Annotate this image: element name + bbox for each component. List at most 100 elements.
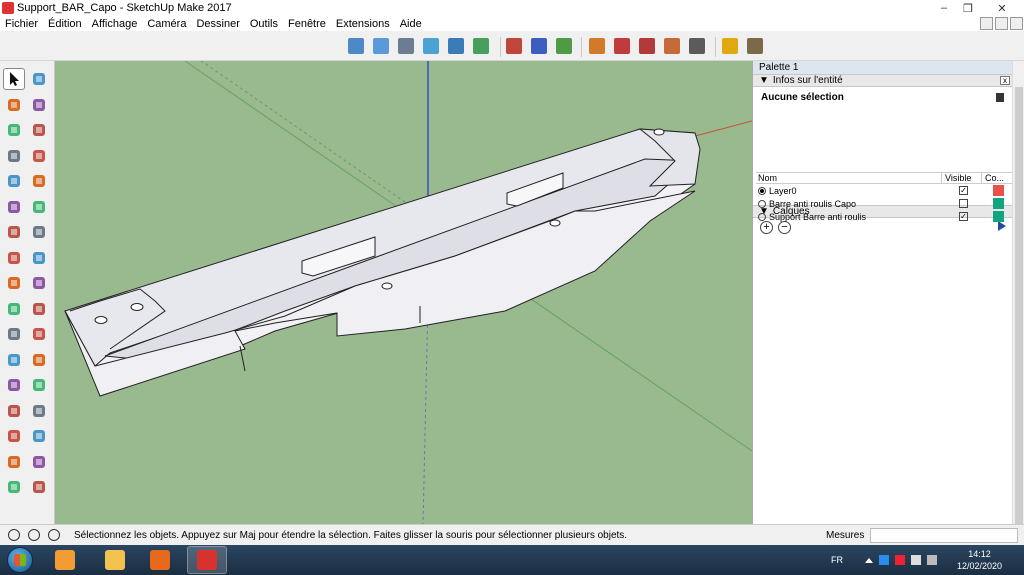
menu-fenetre[interactable]: Fenêtre: [283, 18, 331, 30]
look-around-icon[interactable]: [28, 476, 50, 498]
minimize-button[interactable]: ‒: [932, 0, 956, 16]
menu-extensions[interactable]: Extensions: [331, 18, 395, 30]
push-pull-icon[interactable]: [28, 247, 50, 269]
rotated-rectangle-icon[interactable]: [28, 145, 50, 167]
offset-icon[interactable]: [28, 298, 50, 320]
protractor-icon[interactable]: [3, 349, 25, 371]
sandbox-extra-icon[interactable]: [686, 35, 708, 57]
menu-camera[interactable]: Caméra: [142, 18, 191, 30]
rotate-icon[interactable]: [3, 272, 25, 294]
pan-icon[interactable]: [28, 400, 50, 422]
select-icon[interactable]: [3, 68, 25, 90]
file-explorer-icon[interactable]: [95, 546, 135, 574]
flip-edge-icon[interactable]: [661, 35, 683, 57]
sandbox-from-contours-icon[interactable]: [503, 35, 525, 57]
panel-scrollbar[interactable]: [1012, 61, 1024, 527]
scale-icon[interactable]: [3, 298, 25, 320]
stamp-icon[interactable]: [586, 35, 608, 57]
paint-bucket-icon[interactable]: [3, 94, 25, 116]
polygon-icon[interactable]: [28, 170, 50, 192]
close-button[interactable]: ✕: [980, 0, 1024, 16]
windows-start-button[interactable]: [7, 547, 33, 573]
freehand-icon[interactable]: [28, 119, 50, 141]
active-layer-radio[interactable]: [758, 199, 766, 208]
left-view-icon[interactable]: [470, 35, 492, 57]
entity-info-header[interactable]: ▼ Infos sur l'entité x: [753, 74, 1012, 87]
right-view-icon[interactable]: [420, 35, 442, 57]
layer-color-swatch[interactable]: [993, 198, 1004, 209]
layer-row[interactable]: Layer0 ✓: [756, 184, 1012, 197]
visible-checkbox[interactable]: ✓: [959, 212, 968, 221]
column-color[interactable]: Co...: [982, 173, 1012, 183]
follow-me-icon[interactable]: [28, 272, 50, 294]
back-view-icon[interactable]: [445, 35, 467, 57]
zoom-icon[interactable]: [3, 425, 25, 447]
layer-row[interactable]: Support Barre anti roulis ✓: [756, 210, 1012, 223]
layer-color-swatch[interactable]: [993, 211, 1004, 222]
menu-edition[interactable]: Édition: [43, 18, 87, 30]
media-player-icon[interactable]: [45, 546, 85, 574]
pie-icon[interactable]: [28, 221, 50, 243]
zoom-window-icon[interactable]: [28, 425, 50, 447]
show-hidden-icons-icon[interactable]: [864, 557, 873, 563]
account-icon[interactable]: [48, 529, 60, 541]
volume-icon[interactable]: [926, 555, 937, 565]
zoom-extents-icon[interactable]: [3, 451, 25, 473]
tape-measure-icon[interactable]: [3, 323, 25, 345]
line-icon[interactable]: [3, 119, 25, 141]
geolocation-status-icon[interactable]: [8, 529, 20, 541]
layer-color-swatch[interactable]: [993, 185, 1004, 196]
credits-icon[interactable]: [28, 529, 40, 541]
add-detail-icon[interactable]: [636, 35, 658, 57]
close-entity-info-button[interactable]: x: [1000, 76, 1010, 85]
eraser-icon[interactable]: [28, 94, 50, 116]
layer-name-cell[interactable]: Barre anti roulis Capo: [756, 197, 942, 210]
column-visible[interactable]: Visible: [942, 173, 982, 183]
front-view-icon[interactable]: [395, 35, 417, 57]
active-layer-radio[interactable]: [758, 186, 766, 195]
axes-icon[interactable]: [3, 374, 25, 396]
three-point-arc-icon[interactable]: [3, 221, 25, 243]
doc-restore-button[interactable]: [995, 17, 1008, 30]
extension-warehouse-icon[interactable]: [744, 35, 766, 57]
component-icon[interactable]: [28, 68, 50, 90]
dropbox-icon[interactable]: [878, 555, 889, 565]
dimension-icon[interactable]: [28, 323, 50, 345]
model-canvas[interactable]: [55, 61, 752, 524]
drape-icon[interactable]: [611, 35, 633, 57]
input-language[interactable]: FR: [831, 555, 843, 565]
two-point-arc-icon[interactable]: [28, 196, 50, 218]
drawing-area[interactable]: [55, 61, 752, 524]
scrollbar-thumb[interactable]: [1015, 87, 1023, 527]
clock[interactable]: 14:12 12/02/2020: [957, 548, 1002, 572]
menu-affichage[interactable]: Affichage: [87, 18, 143, 30]
rectangle-icon[interactable]: [3, 145, 25, 167]
menu-fichier[interactable]: Fichier: [0, 18, 43, 30]
text-icon[interactable]: [28, 349, 50, 371]
menu-aide[interactable]: Aide: [395, 18, 427, 30]
iso-view-icon[interactable]: [345, 35, 367, 57]
column-name[interactable]: Nom: [756, 173, 942, 183]
active-layer-radio[interactable]: [758, 212, 766, 221]
arc-icon[interactable]: [3, 196, 25, 218]
top-view-icon[interactable]: [370, 35, 392, 57]
3d-text-icon[interactable]: [28, 374, 50, 396]
doc-minimize-button[interactable]: [980, 17, 993, 30]
layer-name-cell[interactable]: Layer0: [756, 184, 942, 197]
doc-close-button[interactable]: [1010, 17, 1023, 30]
sketchup-icon[interactable]: [187, 546, 227, 574]
sandbox-from-scratch-icon[interactable]: [528, 35, 550, 57]
move-icon[interactable]: [3, 247, 25, 269]
geo-location-icon[interactable]: [719, 35, 741, 57]
network-icon[interactable]: [910, 555, 921, 565]
firefox-icon[interactable]: [140, 546, 180, 574]
circle-icon[interactable]: [3, 170, 25, 192]
lock-icon[interactable]: [996, 93, 1004, 102]
measurements-input[interactable]: [870, 528, 1018, 543]
menu-outils[interactable]: Outils: [245, 18, 283, 30]
menu-dessiner[interactable]: Dessiner: [191, 18, 244, 30]
layer-row[interactable]: Barre anti roulis Capo: [756, 197, 1012, 210]
restore-button[interactable]: ❐: [956, 0, 980, 16]
layer-name-cell[interactable]: Support Barre anti roulis: [756, 210, 942, 223]
walk-icon[interactable]: [3, 476, 25, 498]
